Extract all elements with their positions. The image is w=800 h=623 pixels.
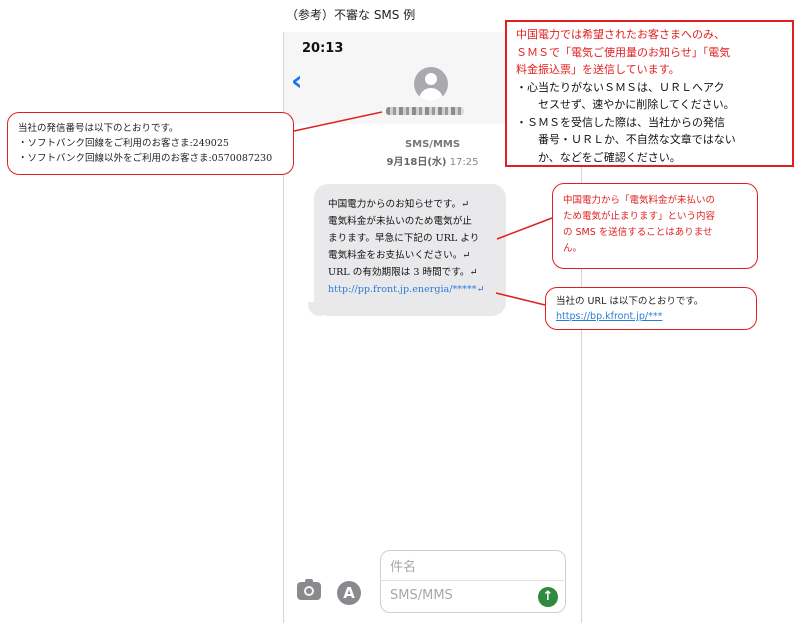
note-line: ため電気が止まります」という内容 [563,211,716,222]
official-url-link[interactable]: https://bp.kfront.jp/*** [556,309,746,324]
note-bullet: ・心当たりがないＳＭＳは、ＵＲＬへアク [516,80,725,94]
note-bullet: 番号・ＵＲＬか、不自然な文章ではない [538,133,736,146]
official-url-note: 当社の URL は以下のとおりです。 https://bp.kfront.jp/… [545,287,757,330]
note-line: の SMS を送信することはありませ [563,227,713,238]
note-line: 中国電力から「電気料金が未払いの [563,195,716,206]
note-line: 当社の URL は以下のとおりです。 [556,296,704,307]
note-bullet: か、などをご確認ください。 [538,150,681,164]
note-line: 当社の発信番号は以下のとおりです。 [18,123,179,134]
note-bullet: セスせず、速やかに削除してください。 [538,98,735,111]
note-line: ・ソフトバンク回線以外をご利用のお客さま:0570087230 [18,153,273,164]
message-content-note: 中国電力から「電気料金が未払いの ため電気が止まります」という内容 の SMS … [552,183,758,269]
arrow-to-sender [293,111,383,132]
note-line: ん。 [563,243,583,254]
note-bullet: ・ＳＭＳを受信した際は、当社からの発信 [516,115,725,129]
note-red-line: ＳＭＳで「電気ご使用量のお知らせ」「電気 [516,45,731,59]
note-line: ・ソフトバンク回線をご利用のお客さま:249025 [18,138,229,149]
arrow-to-message [496,217,553,240]
note-red-line: 料金振込票」を送信しています。 [516,63,680,76]
warning-note: 中国電力では希望されたお客さまへのみ、 ＳＭＳで「電気ご使用量のお知らせ」「電気… [505,20,794,167]
sender-number-note: 当社の発信番号は以下のとおりです。 ・ソフトバンク回線をご利用のお客さま:249… [7,112,294,175]
arrow-to-url [495,292,546,306]
note-red-line: 中国電力では希望されたお客さまへのみ、 [516,28,725,41]
